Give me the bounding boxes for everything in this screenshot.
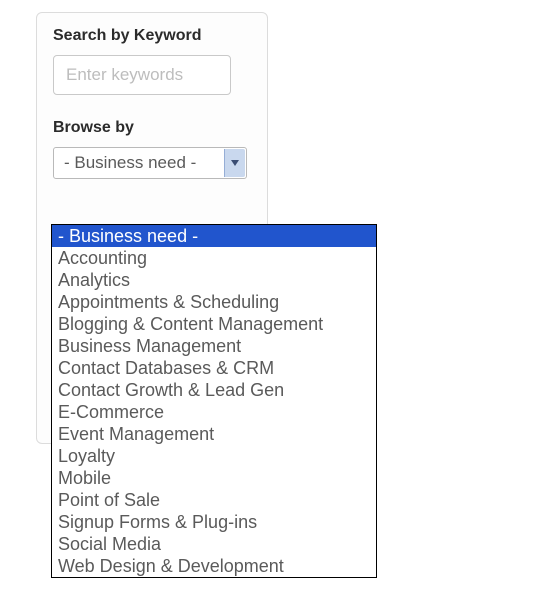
browse-option[interactable]: Web Design & Development [52,555,376,577]
browse-option[interactable]: Analytics [52,269,376,291]
browse-option[interactable]: Mobile [52,467,376,489]
browse-option[interactable]: Accounting [52,247,376,269]
browse-option[interactable]: Loyalty [52,445,376,467]
chevron-down-icon [224,149,245,177]
browse-option[interactable]: Blogging & Content Management [52,313,376,335]
browse-option[interactable]: Contact Databases & CRM [52,357,376,379]
browse-option[interactable]: Social Media [52,533,376,555]
search-input[interactable] [53,55,231,95]
browse-option[interactable]: Appointments & Scheduling [52,291,376,313]
browse-option[interactable]: Signup Forms & Plug-ins [52,511,376,533]
browse-option[interactable]: E-Commerce [52,401,376,423]
browse-option[interactable]: - Business need - [52,225,376,247]
browse-option[interactable]: Event Management [52,423,376,445]
browse-option[interactable]: Business Management [52,335,376,357]
browse-select-value: - Business need - [64,153,196,173]
search-label: Search by Keyword [53,27,251,45]
browse-dropdown[interactable]: - Business need -AccountingAnalyticsAppo… [51,224,377,578]
browse-option[interactable]: Point of Sale [52,489,376,511]
browse-select[interactable]: - Business need - [53,147,247,179]
browse-option[interactable]: Contact Growth & Lead Gen [52,379,376,401]
browse-label: Browse by [53,119,251,137]
